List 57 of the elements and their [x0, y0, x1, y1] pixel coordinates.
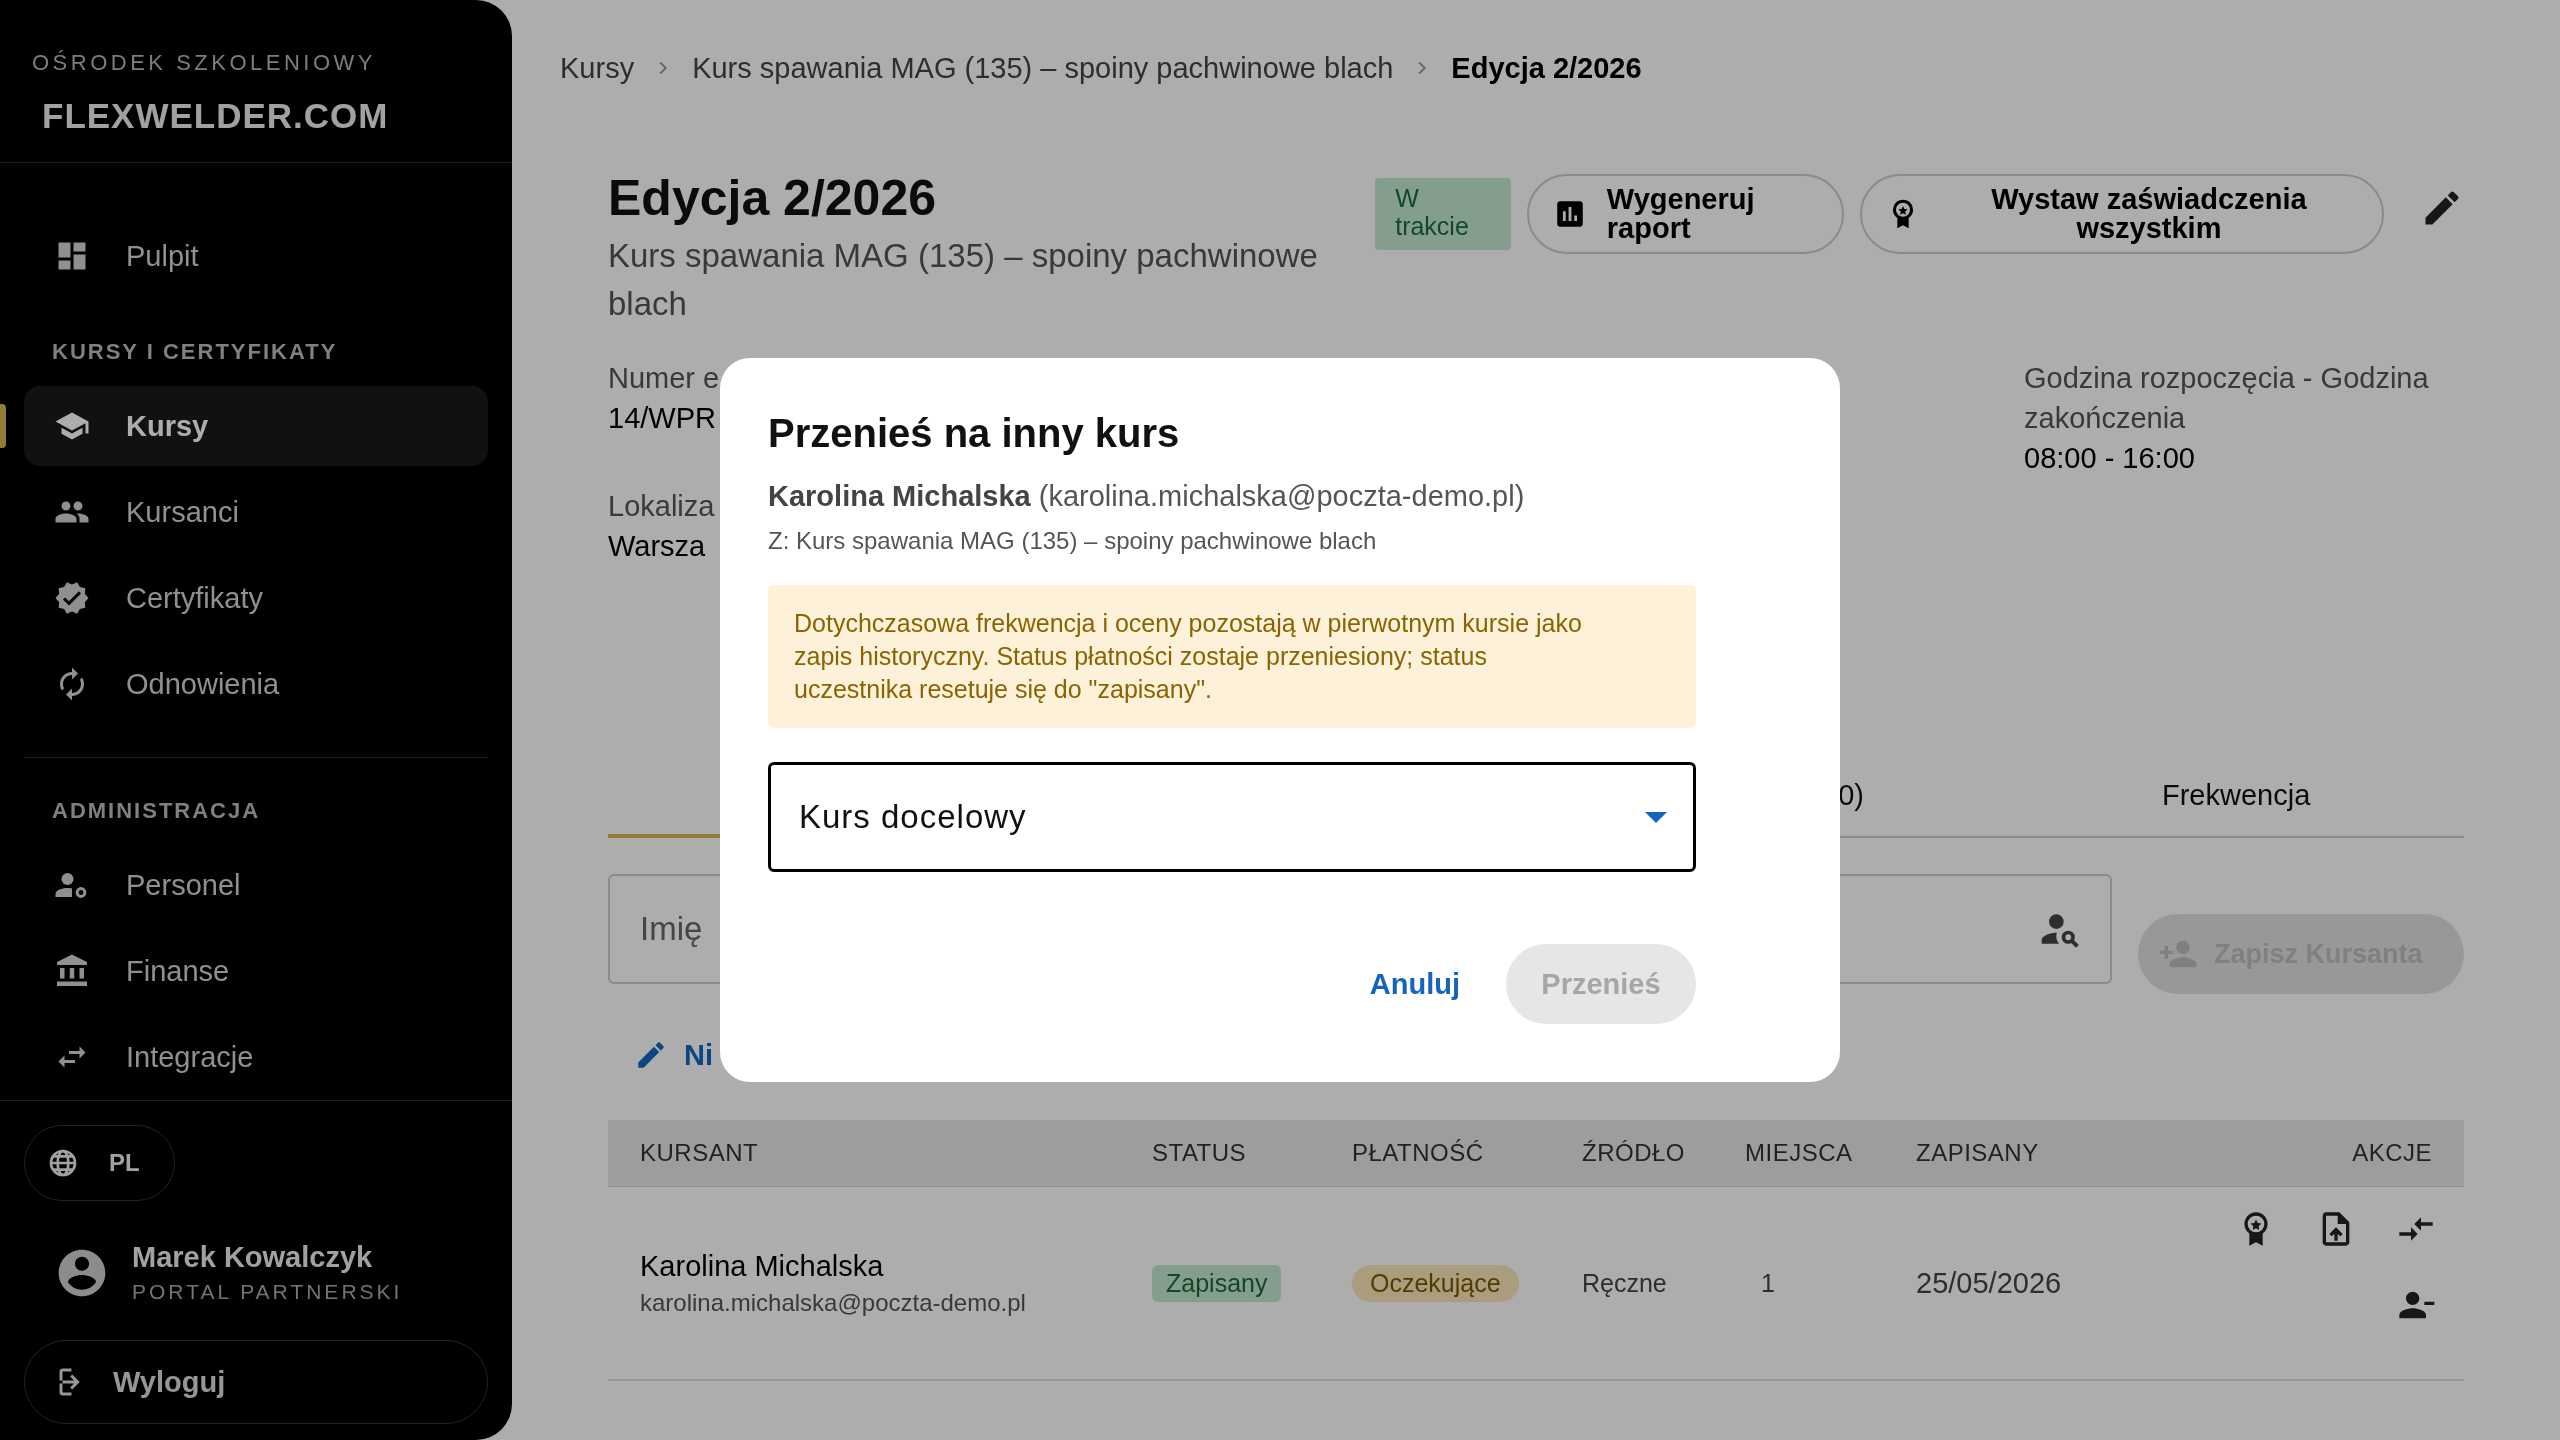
logout-button[interactable]: Wyloguj: [24, 1340, 488, 1424]
target-course-select[interactable]: Kurs docelowy: [768, 762, 1696, 872]
student-info: Karolina Michalska (karolina.michalska@poczta-demo.pl): [768, 480, 1526, 513]
tab[interactable]: Frekwencja: [1908, 756, 2464, 838]
table-cell-text: 25/05/2026: [1915, 1266, 2063, 1300]
column-header: AKCJE: [2351, 1139, 2433, 1167]
detail-label: Numer e: [608, 361, 720, 396]
detail-value: 08:00 - 16:00: [2024, 441, 2196, 476]
user-role: PORTAL PARTNERSKI: [132, 1280, 403, 1304]
status-badge: W trakcie: [1375, 178, 1511, 250]
page-title: Edycja 2/2026: [608, 170, 938, 226]
student-email: karolina.michalska@poczta-demo.pl: [640, 1288, 1027, 1317]
nav-item[interactable]: Finanse: [24, 931, 488, 1011]
nav-item[interactable]: Personel: [24, 845, 488, 925]
caret-icon: [1645, 811, 1667, 823]
page-subtitle: Kurs spawania MAG (135) – spoiny pachwinowe blach: [608, 236, 1319, 324]
status-badge: Zapisany: [1152, 1264, 1282, 1302]
table-cell-text: 1: [1760, 1268, 1776, 1298]
action-button[interactable]: Wygeneruj raport: [1526, 174, 1844, 254]
breadcrumb-item[interactable]: Kursy: [560, 51, 635, 85]
nav-item[interactable]: Odnowienia: [24, 644, 488, 724]
source-course: Z: Kurs spawania MAG (135) – spoiny pachwinowe blach: [768, 527, 1378, 555]
action-button[interactable]: Wystaw zaświadczenia wszystkim: [1859, 174, 2384, 254]
section-heading: KURSY I CERTYFIKATY: [51, 338, 339, 366]
column-header: ŹRÓDŁO: [1581, 1139, 1686, 1167]
user-name: Marek Kowalczyk: [132, 1241, 374, 1274]
nav-item[interactable]: Kursanci: [24, 472, 488, 552]
nav-item[interactable]: Pulpit: [24, 216, 488, 296]
dialog-title: Przenieś na inny kurs: [768, 410, 1181, 457]
detail-value: Warsza: [608, 529, 707, 564]
column-header: PŁATNOŚĆ: [1351, 1139, 1485, 1167]
breadcrumb-item[interactable]: Kurs spawania MAG (135) – spoiny pachwinowe blach: [692, 51, 1394, 85]
nav-item[interactable]: Kursy: [24, 386, 488, 466]
column-header: KURSANT: [639, 1139, 760, 1167]
detail-label: Lokaliza: [608, 489, 715, 524]
column-header: ZAPISANY: [1915, 1139, 2040, 1167]
detail-value: 14/WPR: [608, 401, 717, 436]
warning-message: Dotychczasowa frekwencja i oceny pozostają w pierwotnym kursie jako zapis historyczny. Status płatności zostaje przeniesiony; status uczestnika resetuje się do "zapisany".: [768, 585, 1696, 728]
organization-label: OŚRODEK SZKOLENIOWY: [31, 49, 377, 76]
language-button[interactable]: PL: [24, 1125, 175, 1201]
nav-item[interactable]: Integracje: [24, 1017, 488, 1097]
student-name: Karolina Michalska: [640, 1249, 885, 1283]
globe-icon: [47, 1147, 79, 1179]
section-heading: ADMINISTRACJA: [51, 797, 262, 825]
breadcrumb-item: Edycja 2/2026: [1451, 51, 1642, 85]
cancel-button[interactable]: Anuluj: [1369, 967, 1460, 1001]
verified-badge-icon: [54, 580, 90, 616]
logo: FLEXWELDER.COM: [41, 95, 390, 136]
detail-label: Godzina rozpoczęcia - Godzina zakończenia: [2024, 361, 2430, 436]
payment-badge: Oczekujące: [1352, 1264, 1519, 1302]
edit-link[interactable]: Ni: [634, 1038, 713, 1072]
bank-icon: [54, 953, 90, 989]
column-header: STATUS: [1151, 1139, 1248, 1167]
column-header: MIEJSCA: [1744, 1139, 1854, 1167]
active-indicator: [0, 404, 6, 448]
table-cell-text: Ręczne: [1581, 1268, 1668, 1298]
nav-item[interactable]: Certyfikaty: [24, 558, 488, 638]
